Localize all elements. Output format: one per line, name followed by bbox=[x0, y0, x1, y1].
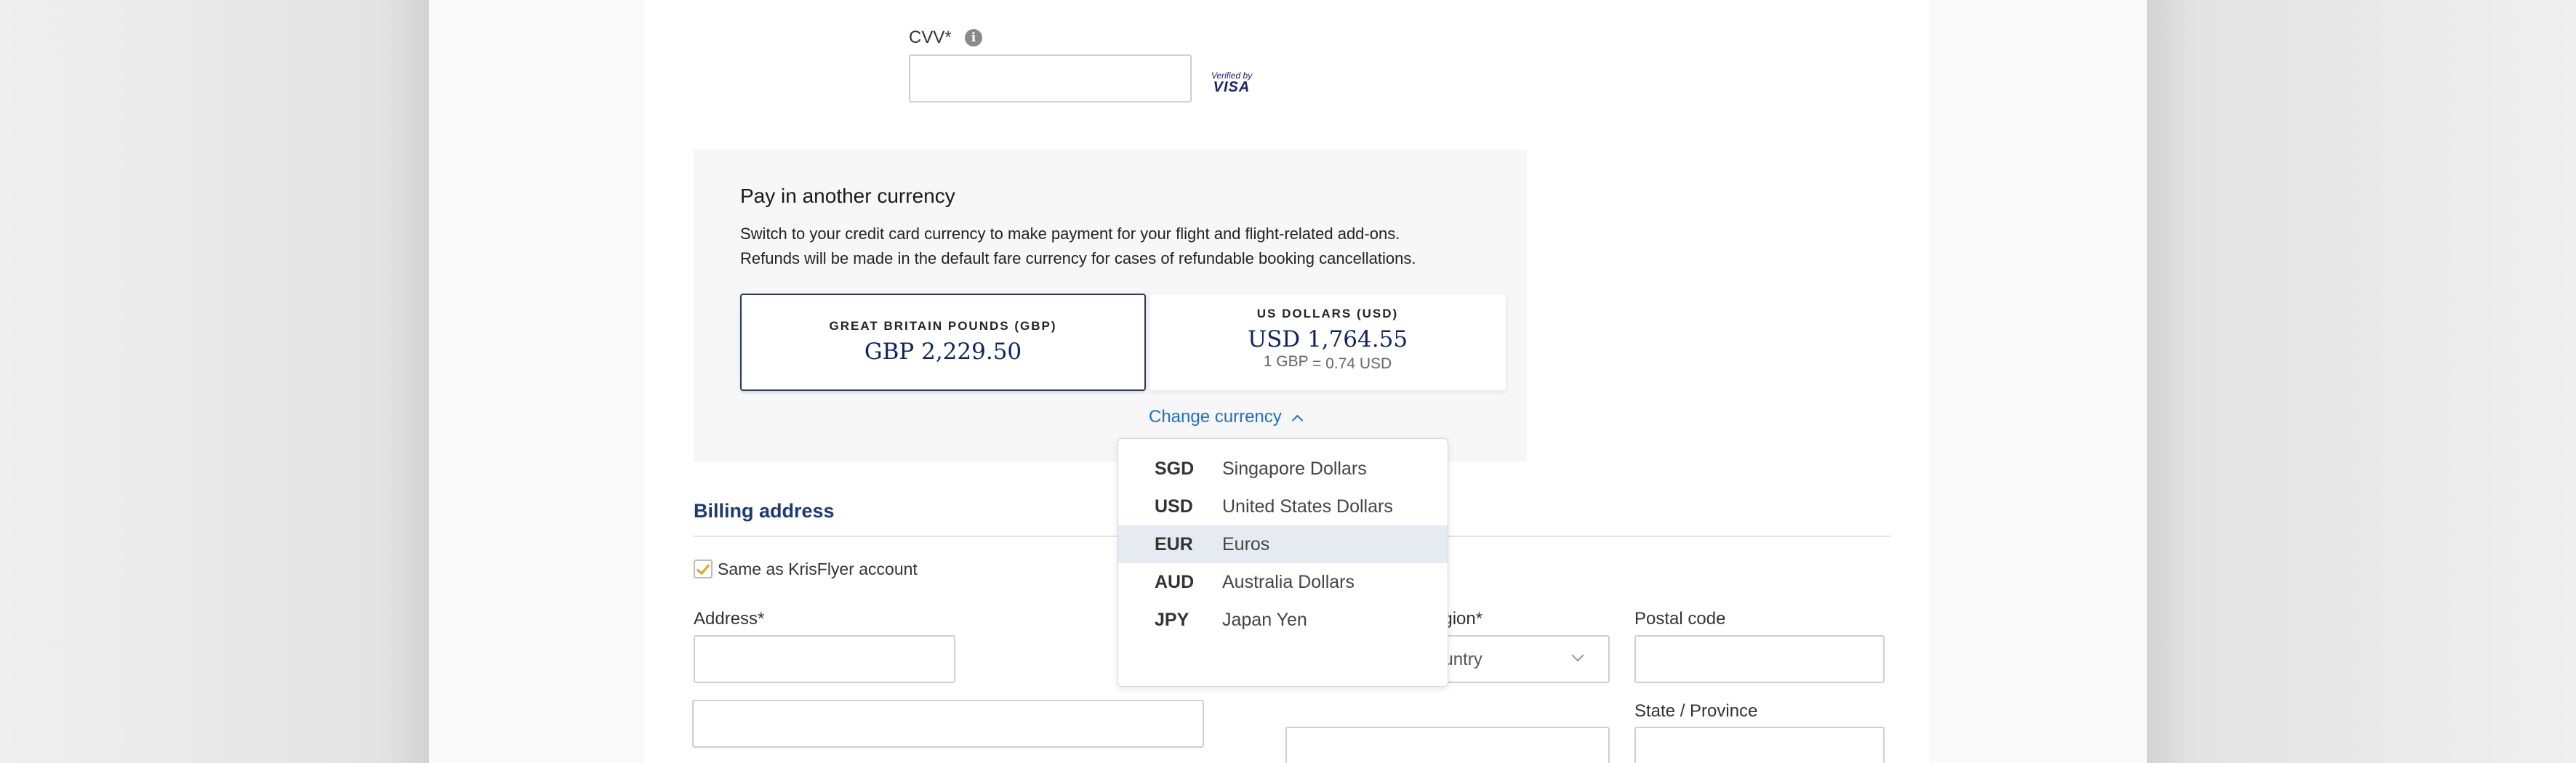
chevron-up-icon bbox=[1291, 414, 1304, 427]
currency-option-jpy[interactable]: JPY Japan Yen bbox=[1118, 601, 1448, 639]
exchange-rate-to: = 0.74 USD bbox=[1312, 355, 1392, 372]
currency-option-sgd[interactable]: SGD Singapore Dollars bbox=[1118, 450, 1448, 488]
state-province-input[interactable] bbox=[1634, 727, 1885, 763]
currency-code: JPY bbox=[1155, 610, 1189, 630]
visa-badge-bottom-text: VISA bbox=[1213, 79, 1251, 95]
postal-code-input[interactable] bbox=[1634, 635, 1885, 683]
currency-option-usd[interactable]: US DOLLARS (USD) USD 1,764.55 1 GBP = 0.… bbox=[1149, 294, 1506, 391]
currency-option-amount: GBP 2,229.50 bbox=[864, 339, 1022, 365]
cvv-label: CVV* bbox=[909, 28, 952, 47]
currency-name: United States Dollars bbox=[1222, 496, 1393, 517]
exchange-rate: 1 GBP = 0.74 USD bbox=[1149, 353, 1506, 373]
currency-option-aud[interactable]: AUD Australia Dollars bbox=[1118, 563, 1448, 601]
currency-code: SGD bbox=[1155, 459, 1195, 479]
same-as-krisflyer-checkbox[interactable] bbox=[694, 560, 713, 578]
currency-option-gbp[interactable]: GREAT BRITAIN POUNDS (GBP) GBP 2,229.50 bbox=[740, 294, 1146, 391]
currency-panel-title: Pay in another currency bbox=[740, 185, 955, 207]
currency-name: Australia Dollars bbox=[1222, 572, 1355, 592]
currency-name: Euros bbox=[1222, 534, 1270, 554]
currency-option-name: GREAT BRITAIN POUNDS (GBP) bbox=[829, 319, 1057, 333]
currency-code: EUR bbox=[1155, 534, 1193, 554]
page-shell: CVV* i Verified by VISA Pay in another c… bbox=[429, 0, 2147, 763]
address-label: Address* bbox=[694, 609, 765, 629]
currency-dropdown: SGD Singapore Dollars USD United States … bbox=[1118, 438, 1448, 687]
description-line-1: Switch to your credit card currency to m… bbox=[740, 225, 1400, 243]
currency-option-amount: USD 1,764.55 bbox=[1247, 326, 1408, 352]
checkmark-icon bbox=[696, 560, 710, 576]
currency-panel: Pay in another currency Switch to your c… bbox=[694, 150, 1527, 462]
city-input[interactable] bbox=[1285, 727, 1610, 763]
exchange-rate-from: 1 GBP bbox=[1263, 353, 1309, 370]
verified-by-visa-logo: Verified by VISA bbox=[1208, 71, 1255, 94]
chevron-down-icon bbox=[1571, 649, 1584, 662]
currency-option-name: US DOLLARS (USD) bbox=[1256, 307, 1399, 320]
currency-name: Japan Yen bbox=[1222, 610, 1307, 630]
page-backdrop-left bbox=[0, 0, 429, 763]
currency-code: USD bbox=[1155, 496, 1193, 517]
cvv-input[interactable] bbox=[909, 54, 1192, 102]
currency-name: Singapore Dollars bbox=[1222, 459, 1367, 479]
state-province-label: State / Province bbox=[1634, 701, 1758, 721]
change-currency-toggle[interactable]: Change currency bbox=[1149, 407, 1304, 427]
currency-option-usd-list[interactable]: USD United States Dollars bbox=[1118, 488, 1448, 525]
same-as-krisflyer-label: Same as KrisFlyer account bbox=[718, 560, 918, 578]
currency-code: AUD bbox=[1155, 572, 1195, 592]
currency-option-eur[interactable]: EUR Euros bbox=[1118, 525, 1448, 563]
country-region-select[interactable]: ountry bbox=[1428, 635, 1610, 683]
postal-code-label: Postal code bbox=[1634, 609, 1726, 629]
change-currency-label: Change currency bbox=[1149, 407, 1282, 427]
address-line-2-input[interactable] bbox=[692, 700, 1204, 748]
currency-panel-description: Switch to your credit card currency to m… bbox=[740, 222, 1467, 271]
info-icon[interactable]: i bbox=[965, 29, 982, 47]
page-backdrop-right bbox=[2147, 0, 2576, 763]
billing-address-title: Billing address bbox=[694, 500, 835, 522]
description-line-2: Refunds will be made in the default fare… bbox=[740, 249, 1416, 267]
address-line-1-input[interactable] bbox=[694, 635, 955, 683]
